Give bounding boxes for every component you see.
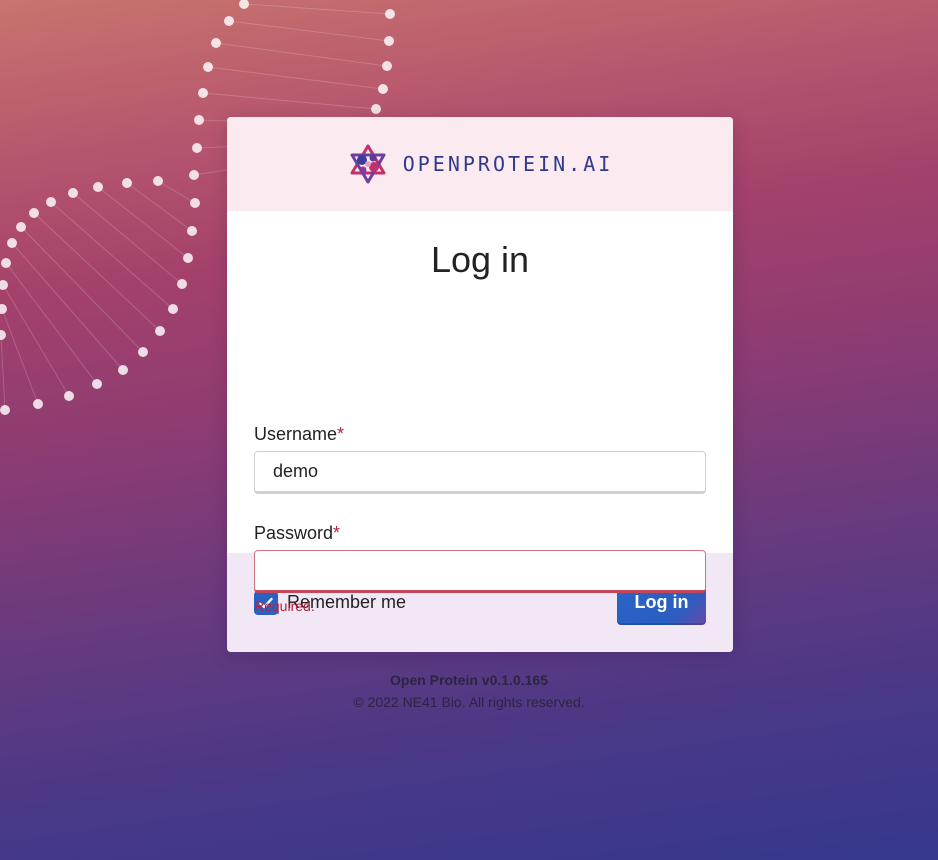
login-card: OPENPROTEIN.AI Log in Username* Password… <box>227 117 733 652</box>
brand: OPENPROTEIN.AI <box>347 143 614 185</box>
app-version: Open Protein v0.1.0.165 <box>390 672 548 688</box>
password-error-message: Required. <box>254 598 315 614</box>
username-label: Username* <box>254 424 344 445</box>
password-label: Password* <box>254 523 340 544</box>
required-mark: * <box>337 424 345 444</box>
brand-name: OPENPROTEIN.AI <box>402 152 614 176</box>
page-title: Log in <box>430 239 530 280</box>
username-input[interactable] <box>254 451 706 494</box>
username-label-text: Username <box>254 424 338 444</box>
password-input[interactable] <box>254 550 706 593</box>
login-form: Log in Username* Password* Required. <box>227 211 733 614</box>
password-label-text: Password <box>254 523 334 543</box>
required-mark: * <box>333 523 341 543</box>
protein-knot-logo-icon <box>350 144 386 184</box>
copyright-notice: © 2022 NE41 Bio. All rights reserved. <box>353 694 585 710</box>
card-header: OPENPROTEIN.AI <box>227 117 733 211</box>
